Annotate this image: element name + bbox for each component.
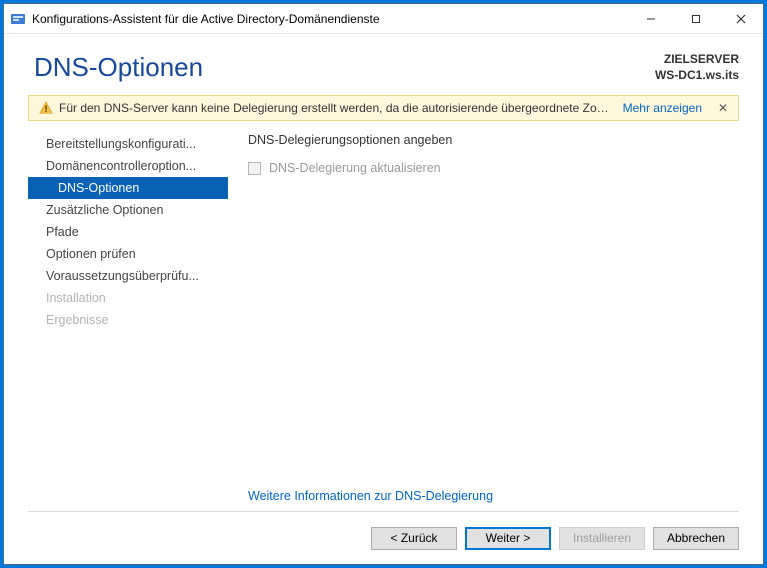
dns-delegation-update-row: DNS-Delegierung aktualisieren [248, 161, 739, 175]
cancel-button[interactable]: Abbrechen [653, 527, 739, 550]
dns-delegation-checkbox-label: DNS-Delegierung aktualisieren [269, 161, 441, 175]
sidebar-item-dc-options[interactable]: Domänencontrolleroption... [28, 155, 228, 177]
warning-text: Für den DNS-Server kann keine Delegierun… [59, 101, 611, 115]
app-icon [10, 11, 26, 27]
window-controls [628, 4, 763, 33]
sidebar-item-prereq-check[interactable]: Voraussetzungsüberprüfu... [28, 265, 228, 287]
sidebar-item-paths[interactable]: Pfade [28, 221, 228, 243]
body-area: Bereitstellungskonfigurati... Domänencon… [4, 129, 763, 511]
dns-delegation-info-link[interactable]: Weitere Informationen zur DNS-Delegierun… [248, 489, 493, 503]
section-heading: DNS-Delegierungsoptionen angeben [248, 133, 739, 147]
sidebar-item-results: Ergebnisse [28, 309, 228, 331]
minimize-button[interactable] [628, 4, 673, 33]
target-server-label: ZIELSERVER [655, 52, 739, 68]
sidebar-item-dns-options[interactable]: DNS-Optionen [28, 177, 228, 199]
sidebar-item-review-options[interactable]: Optionen prüfen [28, 243, 228, 265]
sidebar-item-deployment-config[interactable]: Bereitstellungskonfigurati... [28, 133, 228, 155]
content-area: DNS-Delegierungsoptionen angeben DNS-Del… [228, 129, 739, 511]
dns-delegation-checkbox[interactable] [248, 162, 261, 175]
sidebar-item-installation: Installation [28, 287, 228, 309]
sidebar: Bereitstellungskonfigurati... Domänencon… [28, 129, 228, 511]
warning-show-more-link[interactable]: Mehr anzeigen [623, 101, 702, 115]
window-title: Konfigurations-Assistent für die Active … [32, 12, 628, 26]
install-button: Installieren [559, 527, 645, 550]
warning-close-button[interactable]: ✕ [714, 99, 732, 117]
maximize-button[interactable] [673, 4, 718, 33]
wizard-window: Konfigurations-Assistent für die Active … [3, 3, 764, 565]
header-area: DNS-Optionen ZIELSERVER WS-DC1.ws.its [4, 34, 763, 95]
sidebar-item-additional-options[interactable]: Zusätzliche Optionen [28, 199, 228, 221]
warning-bar: Für den DNS-Server kann keine Delegierun… [28, 95, 739, 121]
close-button[interactable] [718, 4, 763, 33]
footer: < Zurück Weiter > Installieren Abbrechen [4, 512, 763, 564]
back-button[interactable]: < Zurück [371, 527, 457, 550]
next-button[interactable]: Weiter > [465, 527, 551, 550]
target-server-name: WS-DC1.ws.its [655, 68, 739, 84]
page-title: DNS-Optionen [34, 52, 655, 83]
titlebar: Konfigurations-Assistent für die Active … [4, 4, 763, 34]
target-server-box: ZIELSERVER WS-DC1.ws.its [655, 52, 739, 83]
warning-icon [39, 101, 53, 115]
